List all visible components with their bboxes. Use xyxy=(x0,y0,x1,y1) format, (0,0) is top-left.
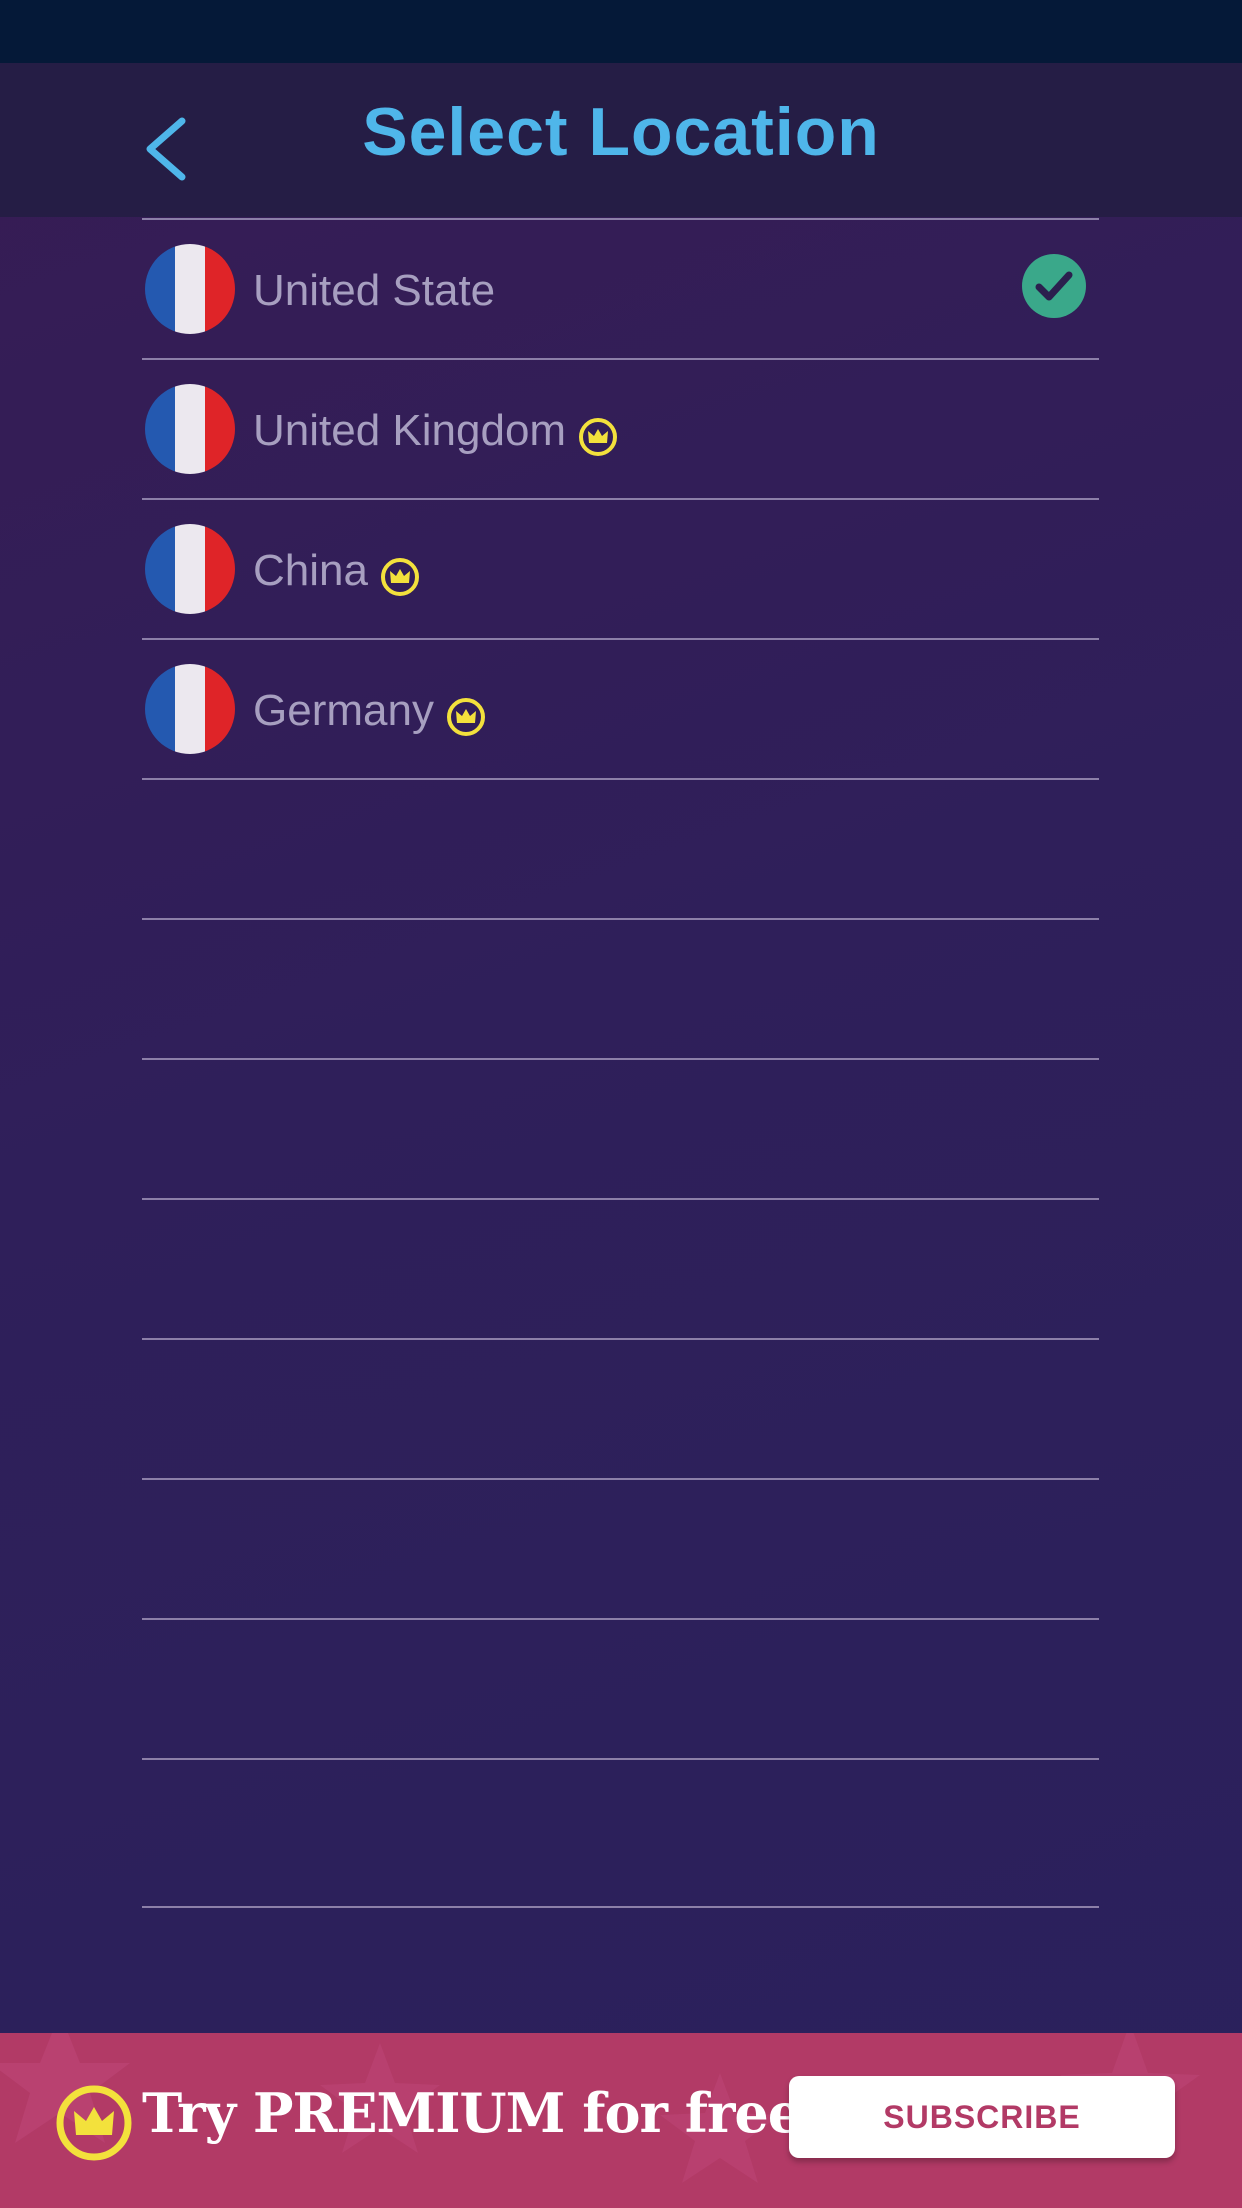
empty-list-row xyxy=(142,1058,1099,1198)
flag-icon xyxy=(145,244,235,334)
header: Select Location xyxy=(0,63,1242,217)
subscribe-button[interactable]: SUBSCRIBE xyxy=(789,2076,1175,2158)
list-divider xyxy=(142,1906,1099,1908)
empty-list-row xyxy=(142,778,1099,918)
status-bar xyxy=(0,0,1242,63)
location-label: China xyxy=(253,546,420,597)
premium-crown-icon xyxy=(579,418,618,457)
check-circle-icon xyxy=(1022,254,1086,318)
location-row-united-kingdom[interactable]: United Kingdom xyxy=(142,358,1099,498)
page-title: Select Location xyxy=(362,94,880,170)
empty-list-row xyxy=(142,1478,1099,1618)
empty-list-row xyxy=(142,1618,1099,1758)
flag-icon xyxy=(145,664,235,754)
empty-list-row xyxy=(142,1198,1099,1338)
flag-icon xyxy=(145,524,235,614)
premium-crown-icon xyxy=(380,558,419,597)
location-row-germany[interactable]: Germany xyxy=(142,638,1099,778)
location-label: Germany xyxy=(253,686,486,737)
flag-icon xyxy=(145,384,235,474)
location-name: Germany xyxy=(253,686,434,735)
premium-promo-text: Try PREMIUM for free xyxy=(142,2081,802,2145)
crown-icon xyxy=(56,2085,132,2161)
premium-banner: Try PREMIUM for free SUBSCRIBE xyxy=(0,2033,1242,2208)
location-name: China xyxy=(253,546,368,595)
empty-list-row xyxy=(142,1338,1099,1478)
location-name: United Kingdom xyxy=(253,406,567,455)
location-name: United State xyxy=(253,266,496,315)
premium-crown-icon xyxy=(446,698,485,737)
location-row-united-state[interactable]: United State xyxy=(142,218,1099,358)
location-label: United Kingdom xyxy=(253,406,618,457)
empty-list-row xyxy=(142,918,1099,1058)
location-row-china[interactable]: China xyxy=(142,498,1099,638)
empty-list-row xyxy=(142,1758,1099,1898)
